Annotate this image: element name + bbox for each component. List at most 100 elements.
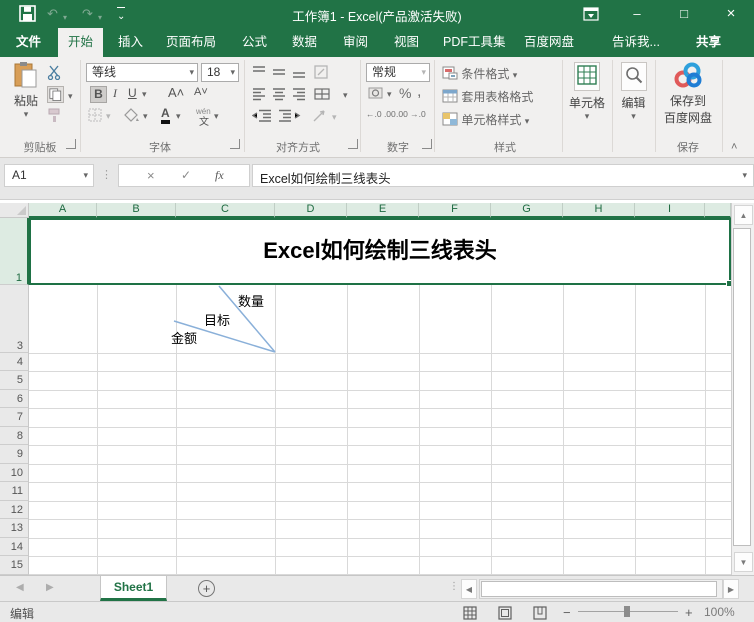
cells-button[interactable]: 单元格 ▾	[566, 62, 608, 122]
horizontal-align-icons[interactable]	[252, 87, 340, 101]
sheet-nav-right-icon[interactable]: ▶	[46, 582, 54, 593]
indent-icons[interactable]	[252, 109, 302, 122]
page-layout-view-icon[interactable]	[498, 606, 512, 620]
tab-splitter-handle[interactable]: ⋮	[449, 581, 459, 592]
column-header-B[interactable]: B	[97, 203, 176, 218]
horizontal-scrollbar-thumb[interactable]	[481, 581, 717, 597]
enter-entry-icon[interactable]: ✓	[181, 168, 191, 182]
tab-data[interactable]: 数据	[282, 28, 327, 57]
sheet-nav-left-icon[interactable]: ◀	[16, 582, 24, 593]
column-header-I[interactable]: I	[635, 203, 705, 218]
increase-decimal-button[interactable]: ←.0 .00	[366, 109, 396, 119]
name-box[interactable]: A1 ▾	[4, 164, 94, 187]
borders-icon[interactable]	[88, 108, 102, 122]
select-all-corner[interactable]	[0, 203, 29, 218]
column-header-E[interactable]: E	[347, 203, 419, 218]
row-header-5[interactable]: 5	[0, 371, 29, 390]
zoom-in-button[interactable]: +	[685, 605, 693, 620]
font-color-button[interactable]: A	[161, 107, 170, 124]
zoom-level[interactable]: 100%	[704, 605, 735, 619]
tab-file[interactable]: 文件	[6, 28, 51, 57]
ribbon-display-options-icon[interactable]	[583, 7, 599, 21]
row-header-9[interactable]: 9	[0, 445, 29, 464]
row-header-13[interactable]: 13	[0, 519, 29, 538]
sheet-tab-sheet1[interactable]: Sheet1	[100, 576, 167, 601]
phonetic-dropdown-icon[interactable]: ▾	[214, 111, 219, 122]
row-header-15[interactable]: 15	[0, 556, 29, 575]
row-header-14[interactable]: 14	[0, 538, 29, 556]
column-header-F[interactable]: F	[419, 203, 491, 218]
tab-pdf-tools[interactable]: PDF工具集	[433, 28, 516, 57]
horizontal-scrollbar[interactable]	[479, 579, 723, 599]
insert-function-icon[interactable]: fx	[215, 168, 224, 183]
name-box-splitter[interactable]: ⋮	[101, 168, 111, 181]
number-dialog-launcher-icon[interactable]	[422, 139, 432, 149]
row-header-12[interactable]: 12	[0, 501, 29, 519]
phonetic-guide-button[interactable]: 文	[199, 113, 209, 128]
format-as-table-button[interactable]: 套用表格格式	[442, 88, 533, 105]
formula-bar-expand-icon[interactable]: ▾	[742, 170, 747, 181]
fill-color-icon[interactable]	[124, 108, 139, 122]
underline-dropdown-icon[interactable]: ▾	[142, 89, 147, 100]
underline-button[interactable]: U	[128, 86, 137, 100]
italic-button[interactable]: I	[113, 86, 117, 101]
hscroll-right-icon[interactable]: ▶	[723, 579, 739, 599]
column-header-H[interactable]: H	[563, 203, 635, 218]
close-button[interactable]: ×	[711, 0, 751, 28]
tab-review[interactable]: 审阅	[333, 28, 378, 57]
cell-styles-button[interactable]: 单元格样式 ▾	[442, 111, 529, 128]
font-dialog-launcher-icon[interactable]	[230, 139, 240, 149]
name-box-dropdown-icon[interactable]: ▾	[83, 170, 88, 181]
row-header-11[interactable]: 11	[0, 482, 29, 501]
font-color-dropdown-icon[interactable]: ▾	[176, 111, 181, 122]
hscroll-left-icon[interactable]: ◀	[461, 579, 477, 599]
column-header-A[interactable]: A	[29, 203, 97, 218]
tab-baidu-netdisk[interactable]: 百度网盘	[514, 28, 584, 57]
cut-icon[interactable]	[47, 65, 62, 80]
conditional-formatting-button[interactable]: 条件格式 ▾	[442, 65, 517, 82]
scroll-up-icon[interactable]: ▲	[734, 205, 753, 225]
cancel-entry-icon[interactable]: ×	[147, 168, 155, 183]
row-header-10[interactable]: 10	[0, 464, 29, 482]
format-painter-icon[interactable]	[47, 108, 62, 123]
borders-dropdown-icon[interactable]: ▾	[106, 111, 111, 122]
row-header-8[interactable]: 8	[0, 427, 29, 445]
tab-home[interactable]: 开始	[58, 28, 103, 57]
column-header-C[interactable]: C	[176, 203, 275, 218]
copy-dropdown-icon[interactable]: ▾	[68, 91, 73, 102]
accounting-format-icon[interactable]	[368, 86, 384, 100]
tab-view[interactable]: 视图	[384, 28, 429, 57]
alignment-dialog-launcher-icon[interactable]	[348, 139, 358, 149]
tab-page-layout[interactable]: 页面布局	[156, 28, 226, 57]
share-button[interactable]: 共享	[686, 28, 731, 57]
copy-icon[interactable]	[47, 86, 64, 103]
column-header-partial[interactable]	[705, 203, 731, 218]
collapse-ribbon-icon[interactable]: ˄	[731, 141, 737, 153]
tab-tell-me[interactable]: 告诉我...	[602, 28, 670, 57]
page-break-view-icon[interactable]	[533, 606, 547, 620]
minimize-button[interactable]: –	[617, 0, 657, 28]
grow-font-button[interactable]: A˄	[168, 85, 184, 100]
clipboard-dialog-launcher-icon[interactable]	[66, 139, 76, 149]
shrink-font-button[interactable]: A˅	[194, 86, 208, 98]
percent-style-button[interactable]: %	[399, 85, 411, 101]
formula-input[interactable]: Excel如何绘制三线表头 ▾	[252, 164, 754, 187]
accounting-dropdown-icon[interactable]: ▾	[387, 89, 392, 100]
decrease-decimal-button[interactable]: .00 →.0	[396, 109, 426, 119]
tab-insert[interactable]: 插入	[108, 28, 153, 57]
zoom-slider-thumb[interactable]	[624, 606, 630, 617]
fill-color-dropdown-icon[interactable]: ▾	[143, 111, 148, 122]
comma-style-button[interactable]: ,	[417, 83, 421, 101]
row-header-7[interactable]: 7	[0, 408, 29, 427]
editing-button[interactable]: 编辑 ▾	[615, 62, 652, 122]
vertical-align-icons[interactable]	[252, 65, 340, 79]
number-format-combo[interactable]: 常规 ▾	[366, 63, 430, 82]
add-sheet-button[interactable]: +	[198, 580, 215, 597]
bold-button[interactable]: B	[90, 86, 107, 103]
maximize-button[interactable]: □	[664, 0, 704, 28]
row-header-1[interactable]: 1	[0, 218, 29, 285]
zoom-out-button[interactable]: −	[563, 605, 571, 620]
column-header-G[interactable]: G	[491, 203, 563, 218]
tab-formulas[interactable]: 公式	[232, 28, 277, 57]
orientation-dropdown-icon[interactable]: ▾	[332, 112, 337, 123]
